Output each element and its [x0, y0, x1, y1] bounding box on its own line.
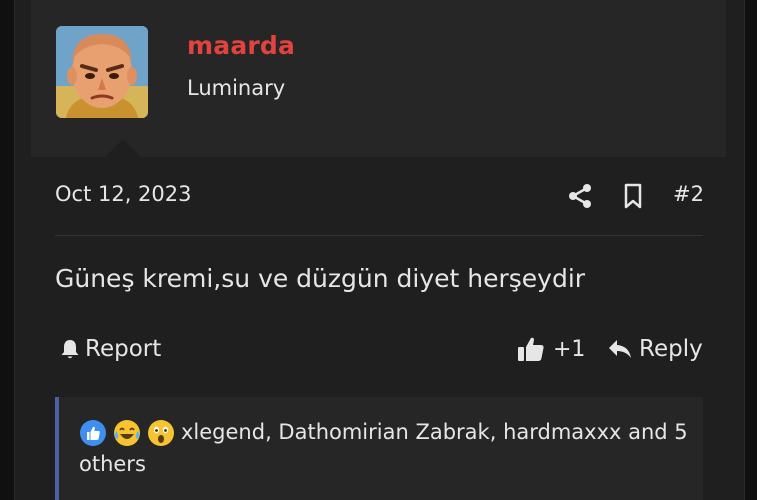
reactions-bar[interactable]: xlegend, Dathomirian Zabrak, hardmaxxx a… [55, 397, 703, 500]
share-icon[interactable] [568, 183, 592, 209]
like-button[interactable]: +1 [517, 333, 585, 365]
laugh-cry-reaction-icon [114, 420, 140, 446]
post-body: Güneş kremi,su ve düzgün diyet herşeydir [55, 264, 586, 293]
report-button[interactable]: Report [59, 333, 161, 365]
user-title: Luminary [187, 76, 286, 100]
post-container: maarda Luminary Oct 12, 2023 #2 Güneş kr… [14, 0, 745, 500]
reply-icon [609, 340, 631, 358]
wow-reaction-icon [148, 420, 174, 446]
user-info-bar: maarda Luminary [31, 0, 726, 157]
avatar[interactable] [56, 26, 148, 118]
username[interactable]: maarda [187, 31, 295, 60]
reply-label: Reply [639, 336, 703, 362]
like-count: +1 [553, 336, 586, 362]
thumbs-up-icon [518, 337, 544, 361]
bookmark-icon[interactable] [623, 183, 643, 209]
divider [55, 235, 703, 236]
bell-icon [61, 340, 79, 359]
post-date[interactable]: Oct 12, 2023 [55, 182, 192, 206]
like-reaction-icon [80, 420, 106, 446]
post-number[interactable]: #2 [673, 182, 704, 206]
reply-button[interactable]: Reply [607, 333, 703, 365]
report-label: Report [85, 336, 162, 362]
reactions-summary[interactable]: xlegend, Dathomirian Zabrak, hardmaxxx a… [79, 416, 689, 480]
userbar-pointer [105, 139, 141, 157]
